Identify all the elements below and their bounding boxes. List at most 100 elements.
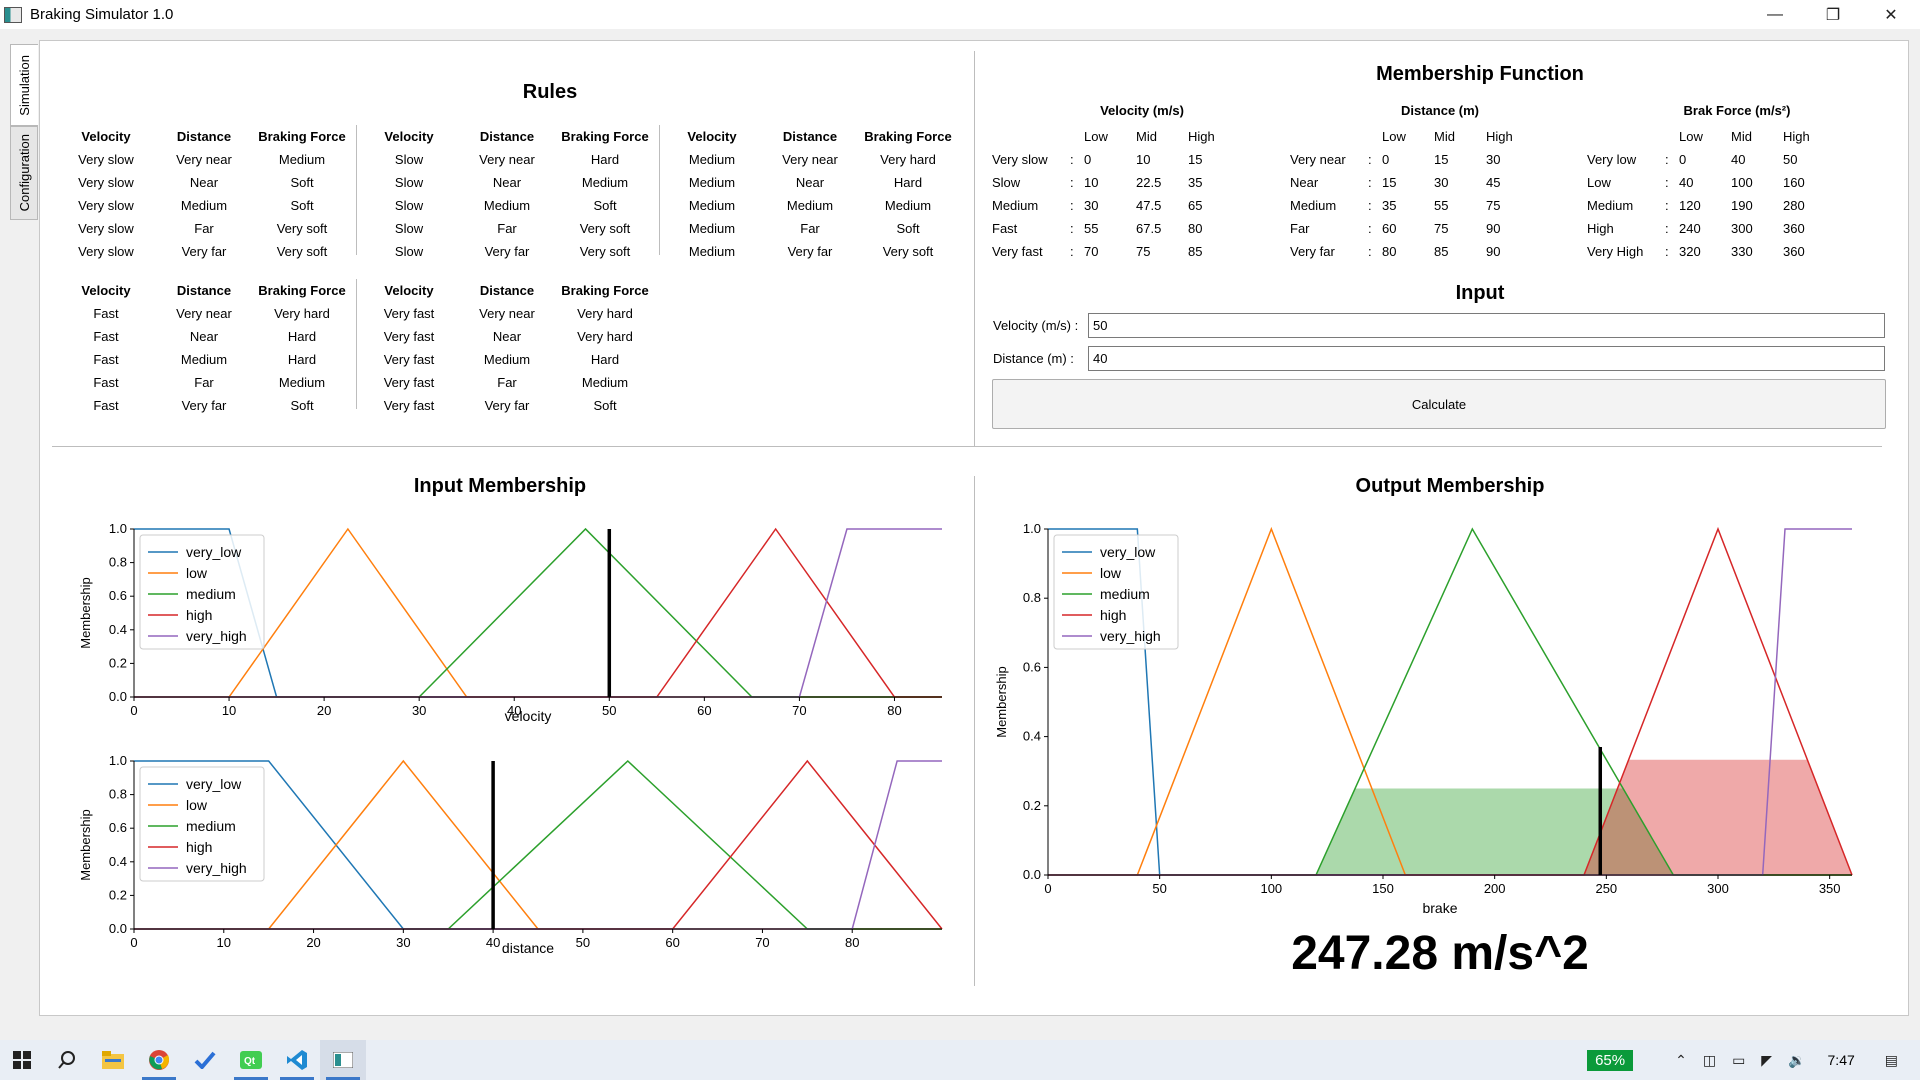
membership-value: 0 [1382,152,1390,167]
membership-value: 40 [1731,152,1746,167]
input-title: Input [1455,282,1505,304]
rule-cell: Fast [93,329,119,344]
battery-icon[interactable]: ▭ [1732,1052,1745,1069]
rule-cell: Very hard [577,329,633,344]
rule-cell: Very fast [383,329,435,344]
tab-simulation[interactable]: Simulation [10,44,38,126]
vscode-icon[interactable] [274,1040,320,1080]
rule-cell: Very soft [276,244,328,259]
y-tick-label: 0.4 [109,854,127,869]
clock[interactable]: 7:47 [1828,1052,1855,1068]
rule-cell: Medium [581,375,629,390]
x-tick-label: 200 [1484,881,1506,896]
search-icon[interactable] [44,1040,90,1080]
rule-cell: Very near [176,306,232,321]
restore-button[interactable]: ❐ [1804,0,1862,29]
rules-table: Velocity Distance Braking Force Very fast Ve… [363,279,651,417]
x-axis-label: brake [1422,900,1457,916]
rule-cell: Soft [593,398,617,413]
rule-row: Very fast Medium Hard [363,348,651,371]
input-membership-title: Input Membership [413,475,587,497]
qt-icon[interactable]: Qt [228,1040,274,1080]
notification-icon[interactable]: ▤ [1885,1052,1898,1069]
volume-icon[interactable]: 🔉 [1788,1052,1805,1069]
membership-value: 360 [1783,221,1805,236]
close-button[interactable]: ✕ [1862,0,1920,29]
colon: : [1665,221,1669,236]
membership-row: Low:40 100 160 [1587,171,1847,194]
app-icon [4,6,22,23]
membership-value: 15 [1382,175,1397,190]
membership-value: 300 [1731,221,1753,236]
membership-row: Medium:35 55 75 [1290,194,1550,217]
legend-label: very_low [186,544,242,560]
legend-label: medium [1100,586,1150,602]
x-tick-label: 250 [1595,881,1617,896]
colon: : [1665,244,1669,259]
rule-cell: Near [492,175,522,190]
calculate-button[interactable]: Calculate [992,379,1886,429]
rule-cell: Near [189,329,219,344]
rule-cell: Medium [786,198,834,213]
membership-label: Medium [1290,198,1337,213]
rules-header: Velocity [81,283,131,298]
membership-value: 160 [1783,175,1805,190]
membership-col-header: High [1188,129,1215,144]
chrome-icon[interactable] [136,1040,182,1080]
membership-value: 70 [1084,244,1099,259]
membership-value: 10 [1084,175,1099,190]
x-tick-label: 150 [1372,881,1394,896]
windows-start-icon[interactable] [0,1040,44,1080]
rule-cell: Very soft [276,221,328,236]
rule-cell: Far [194,375,214,390]
legend-label: medium [186,818,236,834]
colon: : [1368,244,1372,259]
chevron-up-icon[interactable]: ⌃ [1675,1052,1687,1069]
membership-value: 60 [1382,221,1397,236]
rule-cell: Very far [787,244,833,259]
device-icon[interactable]: ◫ [1703,1052,1716,1069]
rules-separator [356,279,357,409]
rule-cell: Fast [93,352,119,367]
y-tick-label: 0.6 [1023,659,1041,674]
rule-row: Slow Near Medium [363,171,651,194]
membership-label: High [1587,221,1614,236]
y-tick-label: 0.2 [1023,798,1041,813]
system-tray: 65% ⌃ ◫ ▭ ◤ 🔉 7:47 ▤ [1587,1040,1920,1080]
membership-label: Fast [992,221,1018,236]
y-tick-label: 0.8 [109,787,127,802]
membership-row: Slow:10 22.5 35 [992,171,1252,194]
window-title: Braking Simulator 1.0 [30,6,174,23]
rule-row: Slow Very near Hard [363,148,651,171]
membership-value: 320 [1679,244,1701,259]
divider-middle [52,446,1882,447]
colon: : [1665,175,1669,190]
x-tick-label: 0 [1044,881,1051,896]
y-tick-label: 0.6 [109,820,127,835]
membership-label: Slow [992,175,1021,190]
membership-value: 10 [1136,152,1151,167]
membership-row: High:240 300 360 [1587,217,1847,240]
rule-cell: Slow [394,175,424,190]
rule-cell: Very near [479,306,535,321]
rules-header: Distance [176,129,232,144]
colon: : [1368,198,1372,213]
distance-input[interactable]: 40 [1088,346,1885,371]
velocity-input[interactable]: 50 [1088,313,1885,338]
braking-simulator-taskbar-icon[interactable] [320,1040,366,1080]
rule-cell: Fast [93,306,119,321]
todo-icon[interactable] [182,1040,228,1080]
membership-label: Very low [1587,152,1637,167]
rule-row: Fast Very near Very hard [60,302,348,325]
x-tick-label: 350 [1819,881,1841,896]
rule-cell: Very slow [78,198,134,213]
minimize-button[interactable]: — [1746,0,1804,29]
distance-label: Distance (m) : [993,351,1074,366]
colon: : [1070,198,1074,213]
rule-cell: Medium [483,198,531,213]
wifi-icon[interactable]: ◤ [1761,1052,1772,1069]
file-explorer-icon[interactable] [90,1040,136,1080]
rule-cell: Medium [180,198,228,213]
rule-cell: Very slow [78,244,134,259]
tab-configuration[interactable]: Configuration [10,126,38,220]
